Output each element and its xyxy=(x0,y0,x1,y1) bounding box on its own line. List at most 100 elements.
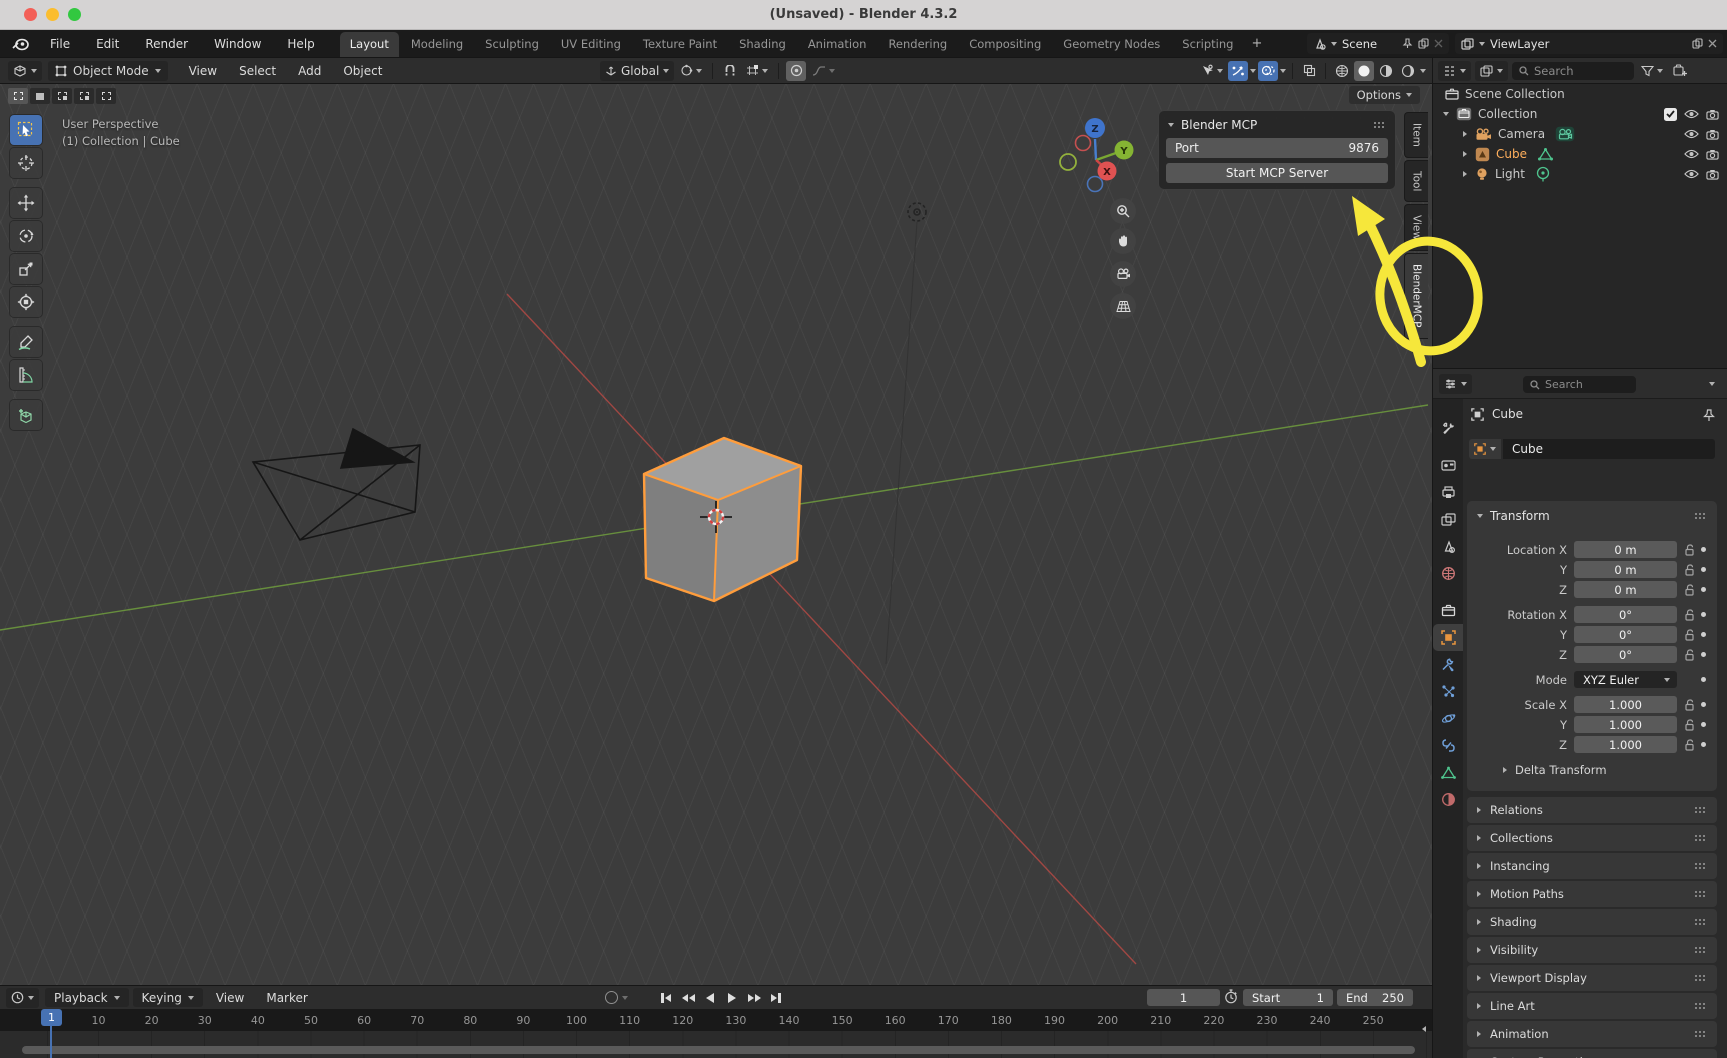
drag-handle-icon[interactable] xyxy=(1694,974,1707,983)
pivot-point-dropdown[interactable] xyxy=(677,61,705,81)
copy-icon[interactable] xyxy=(1692,38,1703,49)
timeline-ruler[interactable]: 1020304050607080901001101201301401501601… xyxy=(0,1009,1432,1031)
camera-object[interactable] xyxy=(253,429,420,540)
transform-value-field[interactable]: 1.000 xyxy=(1574,696,1677,713)
select-tweak-button[interactable] xyxy=(8,88,28,104)
xray-toggle-button[interactable] xyxy=(1299,61,1319,81)
workspace-tab[interactable]: Rendering xyxy=(878,32,957,57)
transform-value-field[interactable]: XYZ Euler xyxy=(1574,671,1677,688)
collapse-region-icon[interactable] xyxy=(1422,1026,1426,1032)
unlock-icon[interactable] xyxy=(1684,649,1695,661)
tab-object-props[interactable] xyxy=(1433,624,1463,651)
drag-handle-icon[interactable] xyxy=(1694,946,1707,955)
tool-transform[interactable] xyxy=(10,287,42,317)
overlays-toggle-button[interactable] xyxy=(1258,61,1278,81)
property-section[interactable]: Instancing xyxy=(1467,853,1717,879)
remove-icon[interactable] xyxy=(1708,39,1717,48)
jump-to-end-button[interactable] xyxy=(765,988,787,1007)
unlock-icon[interactable] xyxy=(1684,564,1695,576)
camera-view-button[interactable] xyxy=(1110,261,1136,287)
mcp-port-field[interactable]: Port 9876 xyxy=(1166,138,1388,158)
animate-dot-button[interactable] xyxy=(1701,722,1706,727)
unlock-icon[interactable] xyxy=(1684,629,1695,641)
light-object[interactable] xyxy=(908,203,926,221)
frame-end-field[interactable]: End 250 xyxy=(1337,989,1413,1006)
gizmos-toggle-button[interactable] xyxy=(1228,61,1248,81)
pin-icon[interactable] xyxy=(1703,409,1715,422)
sidebar-tab[interactable]: BlenderMCP xyxy=(1404,253,1428,338)
workspace-tab[interactable]: Animation xyxy=(798,32,877,57)
property-section[interactable]: Collections xyxy=(1467,825,1717,851)
animate-dot-button[interactable] xyxy=(1701,677,1706,682)
workspace-tab[interactable]: Texture Paint xyxy=(633,32,727,57)
shading-wireframe-button[interactable] xyxy=(1332,61,1352,81)
drag-handle-icon[interactable] xyxy=(1694,834,1707,843)
unlock-icon[interactable] xyxy=(1684,699,1695,711)
editor-type-button[interactable] xyxy=(8,61,42,81)
disable-render-icon[interactable] xyxy=(1706,129,1719,140)
drag-handle-icon[interactable] xyxy=(1694,512,1707,521)
workspace-tab[interactable]: Geometry Nodes xyxy=(1053,32,1170,57)
shading-material-button[interactable] xyxy=(1376,61,1396,81)
menu-item[interactable]: Help xyxy=(276,34,325,54)
tab-view-layer[interactable] xyxy=(1433,506,1463,533)
current-frame-field[interactable]: 1 xyxy=(1147,989,1220,1006)
drag-handle-icon[interactable] xyxy=(1694,862,1707,871)
animate-dot-button[interactable] xyxy=(1701,612,1706,617)
timeline-scrollbar[interactable] xyxy=(22,1046,1415,1054)
unlock-icon[interactable] xyxy=(1684,544,1695,556)
scene-collection-row[interactable]: Scene Collection xyxy=(1433,84,1727,104)
new-collection-button[interactable] xyxy=(1670,61,1690,81)
cube-row[interactable]: Cube xyxy=(1433,144,1727,164)
gizmo-axis-negy[interactable] xyxy=(1060,154,1076,170)
animate-dot-button[interactable] xyxy=(1701,547,1706,552)
workspace-tab[interactable]: Scripting xyxy=(1172,32,1243,57)
disable-render-icon[interactable] xyxy=(1706,169,1719,180)
hide-eye-icon[interactable] xyxy=(1684,109,1699,119)
viewport-3d[interactable]: Z Y X User Perspective (1) Collection | … xyxy=(0,84,1432,985)
tab-constraints[interactable] xyxy=(1433,732,1463,759)
outliner-search-input[interactable]: Search xyxy=(1512,62,1634,80)
tab-scene[interactable] xyxy=(1433,533,1463,560)
outliner-display-mode-button[interactable] xyxy=(1475,61,1508,81)
light-row[interactable]: Light xyxy=(1433,164,1727,184)
object-name-input[interactable]: Cube xyxy=(1503,439,1715,459)
property-section[interactable]: Custom Properties xyxy=(1467,1049,1717,1058)
next-keyframe-button[interactable] xyxy=(743,988,765,1007)
workspace-tab[interactable]: Sculpting xyxy=(475,32,549,57)
property-section[interactable]: Relations xyxy=(1467,797,1717,823)
scene-selector[interactable]: Scene xyxy=(1307,33,1449,54)
delta-transform-section[interactable]: Delta Transform xyxy=(1503,763,1607,777)
property-section[interactable]: Motion Paths xyxy=(1467,881,1717,907)
tab-material[interactable] xyxy=(1433,786,1463,813)
current-frame-badge[interactable]: 1 xyxy=(41,1009,62,1026)
object-type-dropdown[interactable] xyxy=(1469,439,1501,459)
timeline-menu-item[interactable]: View xyxy=(207,988,253,1008)
pan-view-button[interactable] xyxy=(1110,228,1136,254)
pin-icon[interactable] xyxy=(1402,38,1413,49)
select-circle-button[interactable] xyxy=(52,88,72,104)
viewport-menu-item[interactable]: Select xyxy=(230,61,285,81)
viewport-menu-item[interactable]: Add xyxy=(289,61,330,81)
tab-output[interactable] xyxy=(1433,479,1463,506)
jump-to-start-button[interactable] xyxy=(655,988,677,1007)
workspace-tab[interactable]: Compositing xyxy=(959,32,1051,57)
property-section[interactable]: Animation xyxy=(1467,1021,1717,1047)
hide-eye-icon[interactable] xyxy=(1684,149,1699,159)
tab-tool[interactable] xyxy=(1433,415,1463,442)
animate-dot-button[interactable] xyxy=(1701,652,1706,657)
collection-checkbox[interactable] xyxy=(1664,108,1677,121)
tab-collection-props[interactable] xyxy=(1433,597,1463,624)
menu-item[interactable]: Edit xyxy=(85,34,130,54)
timeline-menu-item[interactable]: Marker xyxy=(257,988,316,1008)
transform-value-field[interactable]: 0° xyxy=(1574,606,1677,623)
transform-value-field[interactable]: 0 m xyxy=(1574,561,1677,578)
tool-annotate[interactable] xyxy=(10,327,42,357)
transform-value-field[interactable]: 0 m xyxy=(1574,541,1677,558)
view-layer-selector[interactable]: ViewLayer xyxy=(1455,33,1723,54)
unlock-icon[interactable] xyxy=(1684,719,1695,731)
transform-panel-header[interactable]: Transform xyxy=(1467,501,1717,523)
frame-start-field[interactable]: Start 1 xyxy=(1243,989,1333,1006)
property-section[interactable]: Line Art xyxy=(1467,993,1717,1019)
use-preview-range-button[interactable] xyxy=(1224,989,1238,1007)
